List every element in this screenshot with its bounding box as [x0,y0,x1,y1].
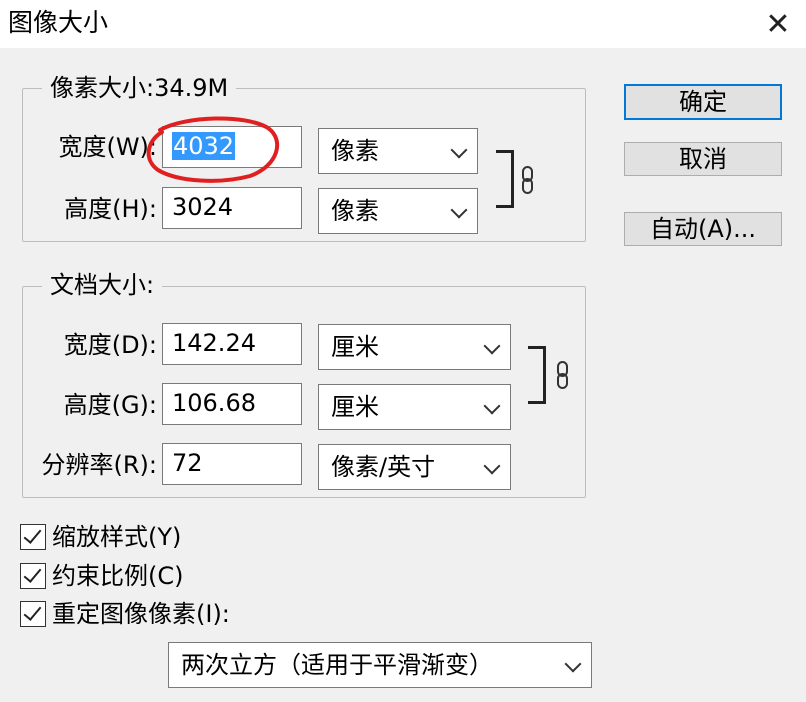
scale-styles-option[interactable]: 缩放样式(Y) [20,522,220,554]
pixel-link-bracket [496,150,514,208]
title-bar: 图像大小 ✕ [0,0,806,48]
checkmark-icon [23,525,42,544]
ok-button[interactable]: 确定 [624,84,782,120]
resolution-unit-select[interactable]: 像素/英寸 [318,444,511,490]
chevron-down-icon [483,337,501,355]
pixel-height-input[interactable]: 3024 [162,187,302,229]
cancel-button[interactable]: 取消 [624,142,782,176]
doc-height-value: 106.68 [172,389,256,417]
resolution-label: 分辨率(R): [41,451,158,479]
checkmark-icon [23,602,42,621]
pixel-height-unit-select[interactable]: 像素 [318,188,478,234]
doc-height-unit-value: 厘米 [331,393,379,421]
doc-width-label: 宽度(D): [63,331,157,359]
doc-width-unit-value: 厘米 [331,333,379,361]
close-icon[interactable]: ✕ [758,4,798,44]
chevron-down-icon [483,397,501,415]
resample-option[interactable]: 重定图像像素(I): [20,599,280,631]
scale-styles-checkbox[interactable] [20,524,46,550]
doc-width-input[interactable]: 142.24 [162,323,302,365]
pixel-dimensions-legend: 像素大小:34.9M [42,73,237,103]
pixel-height-label: 高度(H): [64,195,157,223]
resample-method-value: 两次立方（适用于平滑渐变） [181,651,493,679]
resample-method-select[interactable]: 两次立方（适用于平滑渐变） [168,642,592,688]
pixel-width-label: 宽度(W): [58,133,157,161]
pixel-width-input[interactable]: 4032 [162,126,302,168]
doc-width-unit-select[interactable]: 厘米 [318,324,511,370]
pixel-height-value: 3024 [172,193,234,221]
constrain-proportions-checkbox[interactable] [20,563,46,589]
chain-link-icon [557,361,568,389]
dialog-title: 图像大小 [8,8,109,37]
scale-styles-label: 缩放样式(Y) [52,523,182,551]
pixel-width-value: 4032 [172,132,236,160]
resolution-input[interactable]: 72 [162,443,302,485]
chevron-down-icon [450,141,468,159]
resample-checkbox[interactable] [20,601,46,627]
resolution-value: 72 [172,449,203,477]
doc-link-bracket [528,346,546,404]
auto-button[interactable]: 自动(A)... [624,212,782,246]
doc-height-label: 高度(G): [63,391,157,419]
chevron-down-icon [450,201,468,219]
doc-width-value: 142.24 [172,329,256,357]
pixel-width-unit-value: 像素 [331,137,379,165]
pixel-height-unit-value: 像素 [331,197,379,225]
resolution-unit-value: 像素/英寸 [331,453,436,481]
chevron-down-icon [564,655,582,673]
resample-label: 重定图像像素(I): [52,600,230,628]
constrain-proportions-label: 约束比例(C) [52,562,184,590]
checkmark-icon [23,564,42,583]
doc-height-unit-select[interactable]: 厘米 [318,384,511,430]
pixel-width-unit-select[interactable]: 像素 [318,128,478,174]
chevron-down-icon [483,457,501,475]
document-size-legend: 文档大小: [42,270,163,300]
doc-height-input[interactable]: 106.68 [162,383,302,425]
chain-link-icon [522,166,533,194]
constrain-proportions-option[interactable]: 约束比例(C) [20,561,220,593]
